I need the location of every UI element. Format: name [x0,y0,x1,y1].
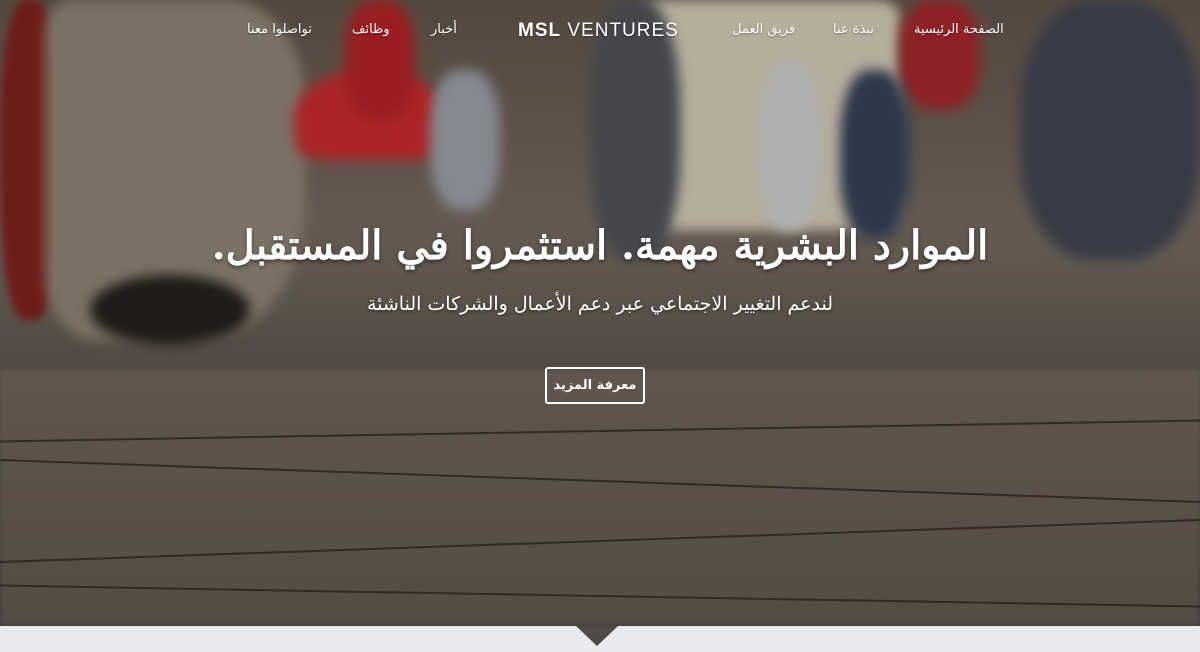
nav-home[interactable]: الصفحة الرئيسية [914,22,1004,37]
brand-logo-rest: VENTURES [561,20,679,41]
hero-subline: لندعم التغيير الاجتماعي عبر دعم الأعمال … [366,293,834,315]
learn-more-button[interactable]: معرفة المزيد [545,367,645,404]
hero-headline: الموارد البشرية مهمة. استثمروا في المستق… [211,222,989,269]
brand-logo-bold: MSL [518,20,562,41]
nav-about[interactable]: نبذة عنا [833,22,874,37]
nav-contact[interactable]: تواصلوا معنا [247,22,312,37]
triangle-down-icon[interactable] [576,626,618,646]
top-navigation: الصفحة الرئيسية نبذة عنا فريق العمل MSL … [0,0,1200,64]
nav-jobs[interactable]: وظائف [352,22,390,37]
nav-team[interactable]: فريق العمل [732,22,795,37]
nav-news[interactable]: أخبار [431,22,457,37]
brand-logo[interactable]: MSL VENTURES [518,20,679,42]
